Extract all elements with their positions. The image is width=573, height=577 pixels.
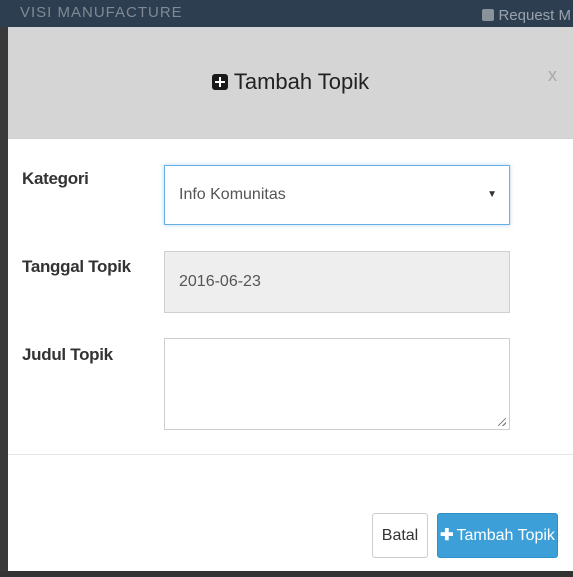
tanggal-value: 2016-06-23 [179, 273, 261, 290]
tanggal-field: 2016-06-23 [164, 251, 510, 313]
kategori-label: Kategori [22, 169, 89, 188]
background-nav-text: VISI MANUFACTURE [20, 4, 183, 21]
tanggal-label: Tanggal Topik [22, 257, 131, 276]
add-topic-modal: Tambah Topik x Kategori Info Komunitas ▼… [8, 27, 573, 571]
user-icon [482, 9, 495, 21]
kategori-select[interactable]: Info Komunitas ▼ [164, 165, 510, 225]
add-topic-button[interactable]: ✚ Tambah Topik [437, 513, 558, 558]
modal-title: Tambah Topik [8, 69, 573, 95]
backdrop-bottom [0, 571, 573, 577]
judul-label: Judul Topik [22, 345, 113, 364]
caret-down-icon: ▼ [487, 189, 497, 200]
modal-title-text: Tambah Topik [233, 69, 370, 94]
plus-square-icon [211, 74, 228, 90]
plus-icon: ✚ [440, 527, 454, 544]
kategori-select-value: Info Komunitas [179, 186, 286, 203]
backdrop-edge [0, 27, 8, 571]
add-topic-button-label: Tambah Topik [456, 527, 555, 544]
cancel-button[interactable]: Batal [372, 513, 428, 558]
background-navbar: VISI MANUFACTURE Request M [0, 0, 573, 28]
background-request-link[interactable]: Request M [482, 7, 571, 24]
close-button[interactable]: x [548, 65, 557, 86]
background-request-label: Request M [498, 7, 571, 24]
judul-textarea[interactable] [164, 338, 510, 430]
resize-grip-icon[interactable] [498, 418, 506, 426]
modal-header: Tambah Topik x [8, 27, 573, 139]
modal-footer-divider [8, 454, 573, 455]
